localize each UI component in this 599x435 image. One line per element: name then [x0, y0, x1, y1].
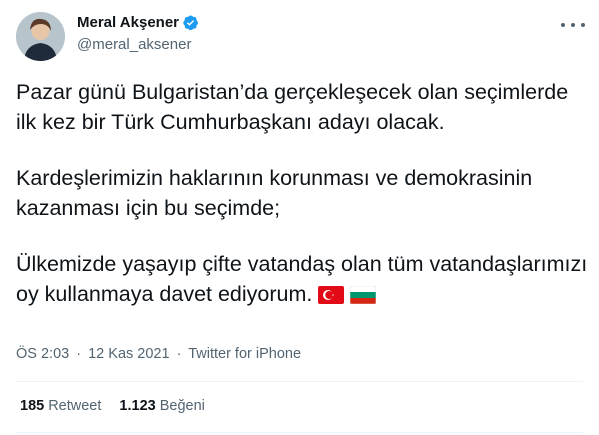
- retweets-stat[interactable]: 185 Retweet: [20, 398, 101, 414]
- tweet-paragraph: Ülkemizde yaşayıp çifte vatandaş olan tü…: [16, 252, 588, 306]
- verified-badge-icon: [182, 14, 199, 31]
- more-options-icon[interactable]: [561, 17, 585, 33]
- divider: [16, 432, 583, 433]
- tweet-time[interactable]: ÖS 2:03: [16, 346, 69, 362]
- tweet-paragraph-last: Ülkemizde yaşayıp çifte vatandaş olan tü…: [16, 249, 591, 309]
- dot-icon: [571, 23, 575, 27]
- handle[interactable]: @meral_aksener: [77, 36, 191, 53]
- tweet-card: Meral Akşener @meral_aksener Pazar günü …: [0, 0, 599, 435]
- separator: ·: [176, 346, 182, 362]
- tweet-meta: ÖS 2:03 · 12 Kas 2021 · Twitter for iPho…: [16, 346, 301, 362]
- dot-icon: [561, 23, 565, 27]
- name-row: Meral Akşener: [77, 14, 199, 31]
- separator: ·: [76, 346, 82, 362]
- divider: [16, 381, 583, 382]
- likes-stat[interactable]: 1.123 Beğeni: [119, 398, 204, 414]
- turkey-flag-icon: [318, 282, 345, 304]
- retweets-count: 185: [20, 398, 45, 414]
- tweet-date[interactable]: 12 Kas 2021: [88, 346, 169, 362]
- bulgaria-flag-icon: [350, 282, 377, 305]
- tweet-stats: 185 Retweet 1.123 Beğeni: [20, 398, 223, 414]
- tweet-paragraph: Pazar günü Bulgaristan’da gerçekleşecek …: [16, 80, 569, 134]
- display-name[interactable]: Meral Akşener: [77, 14, 179, 31]
- tweet-source[interactable]: Twitter for iPhone: [188, 346, 301, 362]
- dot-icon: [581, 23, 585, 27]
- likes-count: 1.123: [119, 398, 156, 414]
- retweets-label: Retweet: [48, 398, 102, 414]
- likes-label: Beğeni: [159, 398, 205, 414]
- avatar[interactable]: [16, 12, 65, 61]
- tweet-text: Pazar günü Bulgaristan’da gerçekleşecek …: [16, 77, 591, 309]
- tweet-paragraph: Kardeşlerimizin haklarının korunması ve …: [16, 166, 533, 220]
